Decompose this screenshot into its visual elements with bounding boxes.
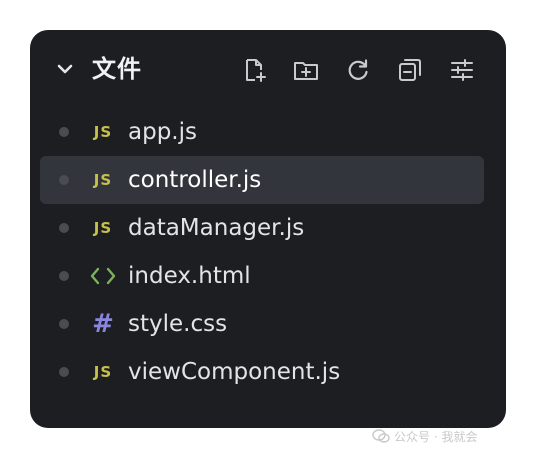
html-file-icon — [88, 262, 118, 290]
js-file-icon: JS — [88, 358, 118, 386]
file-row-datamanager-js[interactable]: JS dataManager.js — [40, 204, 484, 252]
js-badge: JS — [93, 123, 113, 141]
code-brackets-icon — [90, 267, 116, 285]
refresh-button[interactable] — [340, 55, 376, 85]
collapse-all-icon — [399, 59, 421, 81]
new-file-icon — [246, 59, 266, 82]
js-file-icon: JS — [88, 214, 118, 242]
file-name: viewComponent.js — [128, 359, 341, 385]
settings-sliders-icon — [451, 59, 473, 81]
file-name: style.css — [128, 311, 228, 337]
file-row-controller-js[interactable]: JS controller.js — [40, 156, 484, 204]
file-name: controller.js — [128, 167, 262, 193]
file-row-app-js[interactable]: JS app.js — [40, 108, 484, 156]
file-explorer-panel: 文件 JS app.js JS controller.js JS dataMan… — [30, 30, 506, 428]
new-folder-button[interactable] — [288, 55, 324, 85]
new-folder-icon — [294, 62, 318, 80]
collapse-toggle[interactable] — [52, 56, 78, 82]
new-file-button[interactable] — [236, 55, 272, 85]
wechat-icon — [372, 429, 390, 443]
status-dot — [59, 271, 69, 281]
js-badge: JS — [93, 171, 113, 189]
status-dot — [59, 367, 69, 377]
status-dot — [59, 319, 69, 329]
file-list: JS app.js JS controller.js JS dataManage… — [40, 108, 484, 396]
settings-button[interactable] — [444, 55, 480, 85]
refresh-icon — [348, 59, 368, 80]
css-file-icon: # — [88, 310, 118, 338]
panel-title: 文件 — [92, 55, 142, 83]
explorer-toolbar — [236, 55, 480, 85]
file-row-viewcomponent-js[interactable]: JS viewComponent.js — [40, 348, 484, 396]
file-row-style-css[interactable]: # style.css — [40, 300, 484, 348]
js-badge: JS — [93, 219, 113, 237]
collapse-all-button[interactable] — [392, 55, 428, 85]
watermark: 公众号 · 我就会 — [372, 426, 477, 446]
file-name: dataManager.js — [128, 215, 305, 241]
js-file-icon: JS — [88, 118, 118, 146]
chevron-down-icon — [57, 64, 73, 74]
status-dot — [59, 175, 69, 185]
hash-icon: # — [92, 309, 114, 339]
explorer-header: 文件 — [30, 44, 506, 94]
file-name: index.html — [128, 263, 251, 289]
js-file-icon: JS — [88, 166, 118, 194]
status-dot — [59, 127, 69, 137]
js-badge: JS — [93, 363, 113, 381]
watermark-text: 公众号 · 我就会 — [394, 429, 478, 444]
status-dot — [59, 223, 69, 233]
file-row-index-html[interactable]: index.html — [40, 252, 484, 300]
file-name: app.js — [128, 119, 197, 145]
